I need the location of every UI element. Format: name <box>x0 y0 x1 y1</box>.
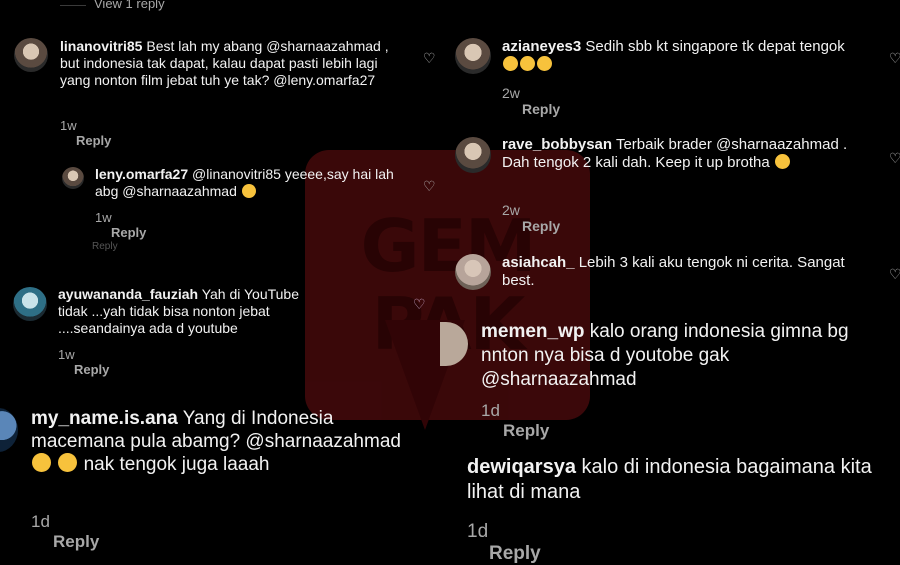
username[interactable]: azianeyes3 <box>502 38 581 55</box>
comment-text: Sedih sbb kt singapore tk depat tengok <box>585 38 845 55</box>
timestamp: 2w <box>502 85 520 101</box>
avatar[interactable] <box>13 287 47 321</box>
heart-icon[interactable]: ♡ <box>423 50 436 67</box>
timestamp: 1d <box>481 401 500 420</box>
username[interactable]: my_name.is.ana <box>31 408 178 429</box>
timestamp: 1w <box>95 210 112 225</box>
reply-button[interactable]: Reply <box>111 225 146 240</box>
avatar[interactable] <box>14 38 48 72</box>
sad-emoji-icon <box>537 56 552 72</box>
sad-emoji-icon <box>520 56 535 72</box>
view-replies-link[interactable]: View 1 reply <box>94 0 165 11</box>
view-replies-line <box>60 5 86 6</box>
partial-reply-label: Reply <box>92 241 118 252</box>
reply-button[interactable]: Reply <box>74 362 109 377</box>
reply-button[interactable]: Reply <box>503 421 549 441</box>
timestamp: 1w <box>60 118 77 133</box>
username[interactable]: ayuwananda_fauziah <box>58 286 198 302</box>
timestamp: 1d <box>467 521 489 542</box>
reply-button[interactable]: Reply <box>522 218 560 234</box>
sad-emoji-icon <box>58 453 78 473</box>
heart-icon[interactable]: ♡ <box>423 178 436 195</box>
timestamp: 2w <box>502 202 520 218</box>
username[interactable]: dewiqarsya <box>467 456 576 478</box>
username[interactable]: leny.omarfa27 <box>95 166 188 182</box>
avatar[interactable] <box>455 137 491 173</box>
reply-button[interactable]: Reply <box>522 101 560 117</box>
grin-emoji-icon <box>241 183 256 198</box>
heart-icon[interactable]: ♡ <box>889 50 900 67</box>
username[interactable]: rave_bobbysan <box>502 136 612 153</box>
heart-icon[interactable]: ♡ <box>413 296 426 313</box>
avatar[interactable] <box>455 38 491 74</box>
timestamp: 1d <box>31 512 50 531</box>
heart-icon[interactable]: ♡ <box>889 150 900 167</box>
avatar[interactable] <box>0 408 18 452</box>
avatar[interactable] <box>455 254 491 290</box>
username[interactable]: memen_wp <box>481 321 584 342</box>
heart-icon[interactable]: ♡ <box>889 266 900 283</box>
username[interactable]: asiahcah_ <box>502 254 575 271</box>
avatar[interactable] <box>62 167 84 189</box>
reply-button[interactable]: Reply <box>76 133 111 148</box>
comment-text-tail: nak tengok juga laaah <box>83 454 270 475</box>
sad-emoji-icon <box>503 56 518 72</box>
reply-button[interactable]: Reply <box>53 532 99 552</box>
smile-emoji-icon <box>774 154 790 170</box>
crying-emoji-icon <box>32 453 51 473</box>
username[interactable]: linanovitri85 <box>60 38 142 54</box>
timestamp: 1w <box>58 347 75 362</box>
reply-button[interactable]: Reply <box>489 543 541 565</box>
